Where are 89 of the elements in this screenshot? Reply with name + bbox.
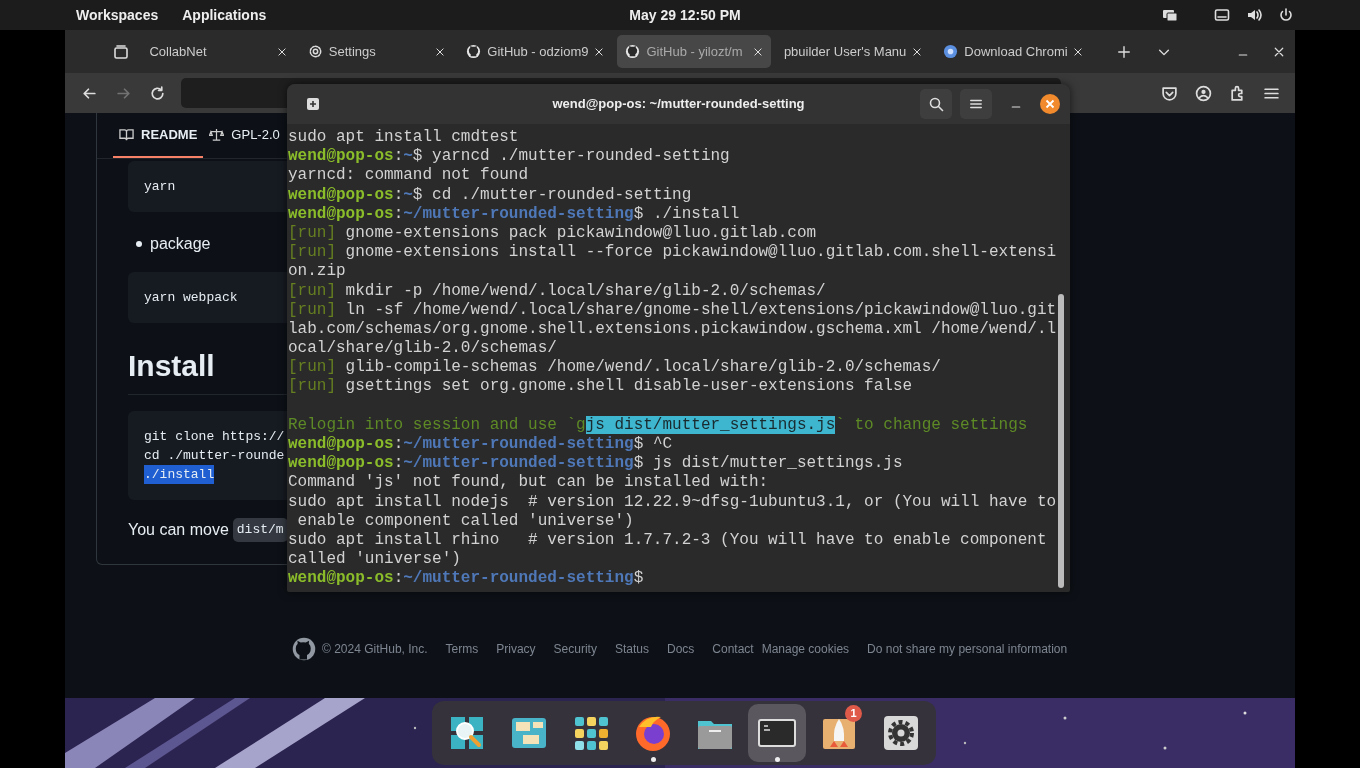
gear-icon	[307, 44, 323, 59]
footer-link[interactable]: Contact	[712, 640, 754, 658]
pocket-icon[interactable]	[1160, 84, 1178, 102]
close-icon[interactable]	[1273, 45, 1286, 58]
terminal-line: on.zip	[288, 262, 346, 281]
footer-link[interactable]: Do not share my personal information	[867, 640, 1068, 658]
terminal-line: [run] gnome-extensions install --force pickawindow@lluo.gitlab.com.shell-extensi	[288, 243, 1057, 262]
top-bar-menu[interactable]: Workspaces	[76, 4, 159, 26]
terminal-line: yarncd: command not found	[288, 166, 529, 185]
browser-tab[interactable]: GitHub - yilozt/m	[617, 35, 771, 68]
code-line: yarn	[144, 179, 176, 194]
terminal-line: wend@pop-os:~$ cd ./mutter-rounded-setting	[288, 185, 692, 204]
terminal-line: sudo apt install rhino # version 1.7.7.2-3 (You will have to enable component	[288, 530, 1047, 549]
list-item: package	[150, 234, 211, 254]
search-icon[interactable]	[928, 96, 944, 112]
scale-icon	[209, 127, 225, 142]
tab-label: Download Chromi	[964, 42, 1068, 61]
terminal-line: sudo apt install nodejs # version 12.22.9~dfsg-1ubuntu3.1, or (You will have to	[288, 492, 1057, 511]
display-icon[interactable]	[1162, 7, 1178, 23]
terminal-line: enable component called 'universe')	[296, 511, 634, 530]
speaker-icon[interactable]	[1246, 7, 1262, 23]
scrollbar[interactable]	[1058, 294, 1064, 588]
dock-item[interactable]: 1	[810, 704, 868, 762]
top-bar-menu[interactable]: Applications	[182, 4, 267, 26]
inline-code: dist/m	[232, 518, 288, 542]
code-line: git clone https://	[144, 429, 285, 444]
browser-tab[interactable]: Settings	[299, 35, 454, 68]
keyboard-icon[interactable]	[1214, 7, 1230, 23]
browser-tab[interactable]: Download Chromi	[935, 35, 1092, 68]
window-title: wend@pop-os: ~/mutter-rounded-setting	[552, 95, 805, 114]
code-line: cd ./mutter-rounde	[144, 448, 285, 463]
footer-link[interactable]: Privacy	[496, 640, 536, 658]
footer-link[interactable]: Docs	[666, 640, 695, 658]
tab-label: pbuilder User's Manu	[783, 42, 907, 61]
reload-icon[interactable]	[148, 84, 166, 102]
terminal-line: Relogin into session and use `gjs dist/mutter_settings.js` to change settings	[288, 415, 1028, 434]
terminal-line: [run] ln -sf /home/wend/.local/share/gnome-shell/extensions/pickawindow@lluo.git	[288, 300, 1057, 319]
plus-icon[interactable]	[1117, 44, 1132, 59]
tab-label: GitHub - odziom9	[487, 42, 589, 61]
browser-tab[interactable]: GitHub - odziom9	[458, 35, 613, 68]
close-icon[interactable]	[276, 46, 287, 57]
tab-label: CollabNet	[149, 42, 208, 61]
readme-tab[interactable]: README	[113, 113, 204, 158]
terminal-line: called 'universe')	[288, 550, 461, 569]
footer-link[interactable]: Status	[614, 640, 649, 658]
dock-item[interactable]	[748, 704, 806, 762]
menu-icon[interactable]	[969, 97, 983, 111]
power-icon[interactable]	[1278, 7, 1294, 23]
clock[interactable]: May 29 12:50 PM	[629, 4, 741, 26]
paragraph-text: You can move	[128, 520, 229, 540]
copyright-text: © 2024 GitHub, Inc.	[322, 641, 428, 658]
globe-icon	[943, 44, 959, 59]
footer-link[interactable]: Manage cookies	[761, 640, 850, 658]
notification-badge: 1	[845, 705, 862, 722]
terminal-line: sudo apt install cmdtest	[288, 128, 519, 146]
close-icon[interactable]	[752, 46, 763, 57]
browser-tab[interactable]: pbuilder User's Manu	[775, 35, 931, 68]
account-icon[interactable]	[1194, 84, 1212, 102]
book-icon	[119, 127, 134, 142]
terminal-line: [run] gsettings set org.gnome.shell disable-user-extensions false	[288, 377, 913, 396]
footer-link[interactable]: Security	[553, 640, 597, 658]
terminal-line: wend@pop-os:~$ yarncd ./mutter-rounded-setting	[288, 147, 730, 166]
puzzle-icon[interactable]	[1228, 84, 1246, 102]
terminal-line: wend@pop-os:~/mutter-rounded-setting$ ^C	[288, 435, 673, 453]
close-icon[interactable]	[1040, 94, 1060, 114]
footer-link[interactable]: Terms	[445, 640, 479, 658]
tab-label: Settings	[328, 42, 377, 61]
terminal-line: wend@pop-os:~/mutter-rounded-setting$ js dist/mutter_settings.js	[288, 454, 903, 473]
terminal-line: ocal/share/glib-2.0/schemas/	[288, 339, 557, 358]
terminal-line: wend@pop-os:~/mutter-rounded-setting$	[288, 569, 644, 588]
close-icon[interactable]	[594, 46, 605, 57]
new-tab-icon[interactable]	[305, 96, 321, 112]
terminal-line: [run] glib-compile-schemas /home/wend/.local/share/glib-2.0/schemas/	[288, 358, 941, 377]
close-icon[interactable]	[435, 46, 446, 57]
close-icon[interactable]	[1073, 46, 1084, 57]
tab-label: GitHub - yilozt/m	[646, 42, 744, 61]
terminal-line: wend@pop-os:~/mutter-rounded-setting$ ./install	[288, 204, 740, 223]
readme-tab[interactable]: GPL-2.0	[203, 113, 280, 158]
code-line: yarn webpack	[144, 290, 238, 305]
terminal-line: [run] mkdir -p /home/wend/.local/share/glib-2.0/schemas/	[288, 281, 826, 300]
terminal-line: Command 'js' not found, but can be installed with:	[288, 473, 769, 492]
tab-label: README	[141, 125, 198, 144]
tab-label: GPL-2.0	[231, 125, 280, 144]
terminal-line: [run] gnome-extensions pack pickawindow@lluo.gitlab.com	[288, 223, 817, 242]
close-icon[interactable]	[912, 46, 923, 57]
bullet-icon	[136, 241, 142, 247]
settings-icon	[881, 713, 921, 753]
browser-tab[interactable]: CollabNet	[141, 35, 295, 68]
tab-overview-icon[interactable]	[112, 43, 129, 60]
